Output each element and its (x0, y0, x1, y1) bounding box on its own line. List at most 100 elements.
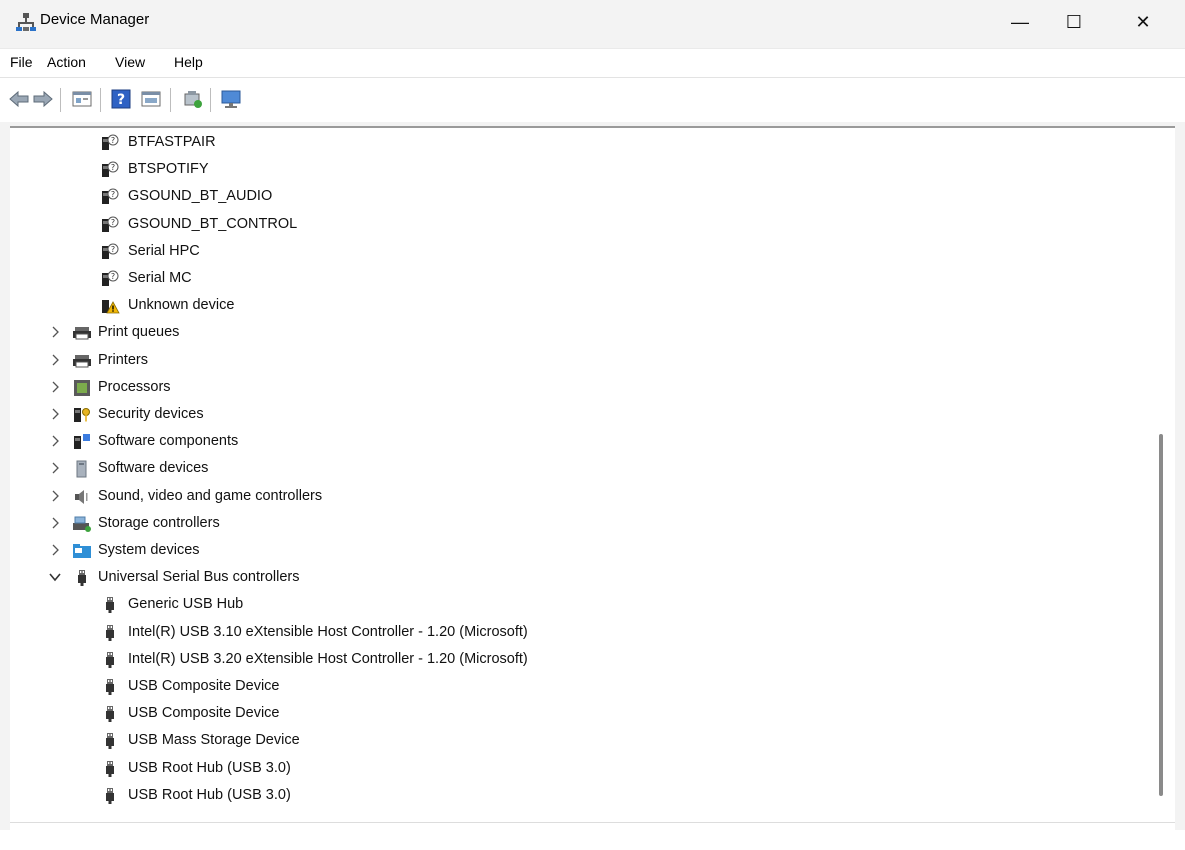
tree-item-label: USB Root Hub (USB 3.0) (128, 759, 291, 776)
usb-plug-icon (72, 569, 92, 587)
monitor-device-icon[interactable] (220, 88, 242, 110)
software-device-icon (72, 460, 92, 478)
window-title: Device Manager (40, 11, 150, 28)
svg-text:?: ? (111, 136, 115, 145)
tree-item-label: Sound, video and game controllers (98, 487, 323, 504)
tree-item-label: Generic USB Hub (128, 596, 244, 613)
tree-item-label: Serial MC (128, 270, 192, 286)
back-arrow-icon[interactable] (8, 88, 30, 110)
menu-file[interactable]: File (10, 54, 33, 70)
usb-plug-icon (100, 760, 120, 778)
tree-item[interactable]: ? BTSPOTIFY (10, 157, 1150, 183)
tree-item[interactable]: Generic USB Hub (10, 592, 1150, 618)
bottom-strip (0, 830, 1185, 850)
usb-plug-icon (100, 732, 120, 750)
chevron-right-icon[interactable] (48, 324, 62, 340)
usb-plug-icon (100, 787, 120, 805)
tree-item-label: USB Mass Storage Device (128, 732, 300, 749)
tree-item[interactable]: Software devices (10, 456, 1150, 482)
maximize-button[interactable]: ☐ (1051, 0, 1097, 44)
scan-hardware-icon[interactable] (182, 88, 204, 110)
tree-item-label: USB Composite Device (128, 678, 280, 694)
tree-item-label: Unknown device (128, 297, 235, 314)
tree-item[interactable]: Print queues (10, 320, 1150, 346)
tree-item[interactable]: USB Root Hub (USB 3.0) (10, 783, 1150, 809)
chevron-right-icon[interactable] (48, 488, 62, 504)
chevron-down-icon[interactable] (48, 569, 62, 585)
tree-item[interactable]: USB Mass Storage Device (10, 728, 1150, 754)
tree-item[interactable]: Intel(R) USB 3.10 eXtensible Host Contro… (10, 620, 1150, 646)
svg-text:?: ? (111, 272, 115, 281)
tree-item[interactable]: Software components (10, 429, 1150, 455)
tree-item[interactable]: ? GSOUND_BT_AUDIO (10, 184, 1150, 210)
menu-action[interactable]: Action (47, 54, 86, 70)
system-folder-icon (72, 542, 92, 560)
menu-help[interactable]: Help (174, 54, 203, 70)
bt-device-unknown-icon: ? (100, 134, 120, 152)
chevron-right-icon[interactable] (48, 406, 62, 422)
toolbar: ? (0, 77, 1185, 122)
tree-item-label: Software devices (98, 460, 209, 477)
tree-item[interactable]: Storage controllers (10, 511, 1150, 537)
speaker-icon (72, 488, 92, 506)
menu-view[interactable]: View (115, 54, 145, 70)
tree-item[interactable]: Printers (10, 348, 1150, 374)
tree-item[interactable]: USB Composite Device (10, 674, 1150, 700)
menu-bar: File Action View Help (0, 48, 1185, 77)
device-manager-icon (16, 12, 36, 32)
usb-plug-icon (100, 705, 120, 723)
printer-icon (72, 324, 92, 342)
bt-device-unknown-icon: ? (100, 243, 120, 261)
usb-plug-icon (100, 678, 120, 696)
tree-item[interactable]: ? Serial MC (10, 266, 1150, 292)
tree-item-label: Security devices (98, 406, 204, 422)
tree-item-label: GSOUND_BT_AUDIO (128, 188, 273, 205)
tree-item[interactable]: Universal Serial Bus controllers (10, 565, 1150, 591)
warning-device-icon (100, 297, 120, 315)
device-tree[interactable]: ? BTFASTPAIR? BTSPOTIFY? GSOUND_BT_AUDIO? GS… (10, 126, 1175, 824)
tree-item[interactable]: Unknown device (10, 293, 1150, 319)
chevron-right-icon[interactable] (48, 515, 62, 531)
chevron-right-icon[interactable] (48, 352, 62, 368)
bt-device-unknown-icon: ? (100, 216, 120, 234)
tree-item-label: Processors (98, 378, 171, 395)
tree-item[interactable]: ? GSOUND_BT_CONTROL (10, 212, 1150, 238)
tree-item-label: Print queues (98, 324, 180, 341)
chevron-right-icon[interactable] (48, 460, 62, 476)
tree-item-label: Storage controllers (98, 514, 220, 531)
tree-item-label: Printers (98, 351, 148, 368)
help-icon[interactable]: ? (110, 88, 132, 110)
tree-item[interactable]: Processors (10, 375, 1150, 401)
bt-device-unknown-icon: ? (100, 270, 120, 288)
svg-text:?: ? (117, 92, 125, 108)
minimize-button[interactable]: — (997, 0, 1043, 44)
tree-item[interactable]: ? Serial HPC (10, 239, 1150, 265)
title-bar: Device Manager — ☐ ✕ (0, 0, 1185, 44)
chevron-right-icon[interactable] (48, 379, 62, 395)
tree-item[interactable]: System devices (10, 538, 1150, 564)
vertical-scrollbar[interactable] (1159, 434, 1163, 796)
tree-item[interactable]: Intel(R) USB 3.20 eXtensible Host Contro… (10, 647, 1150, 673)
close-button[interactable]: ✕ (1120, 0, 1166, 44)
bt-device-unknown-icon: ? (100, 161, 120, 179)
chevron-right-icon[interactable] (48, 542, 62, 558)
chevron-right-icon[interactable] (48, 433, 62, 449)
tree-item[interactable]: ? BTFASTPAIR (10, 130, 1150, 156)
toolbar-separator (210, 88, 211, 112)
tree-item[interactable]: USB Composite Device (10, 701, 1150, 727)
view-details-icon[interactable] (140, 88, 162, 110)
tree-item[interactable]: Security devices (10, 402, 1150, 428)
tree-item-label: BTSPOTIFY (128, 161, 209, 178)
tree-item-label: GSOUND_BT_CONTROL (128, 215, 298, 232)
usb-plug-icon (100, 651, 120, 669)
tree-item-label: Serial HPC (128, 242, 200, 259)
forward-arrow-icon[interactable] (32, 88, 54, 110)
tree-item-label: Software components (98, 433, 239, 450)
properties-icon[interactable] (71, 88, 93, 110)
bt-device-unknown-icon: ? (100, 188, 120, 206)
tree-item-label: Intel(R) USB 3.10 eXtensible Host Contro… (128, 623, 528, 640)
tree-item[interactable]: USB Root Hub (USB 3.0) (10, 756, 1150, 782)
tree-item[interactable]: Sound, video and game controllers (10, 484, 1150, 510)
toolbar-separator (100, 88, 101, 112)
usb-plug-icon (100, 596, 120, 614)
